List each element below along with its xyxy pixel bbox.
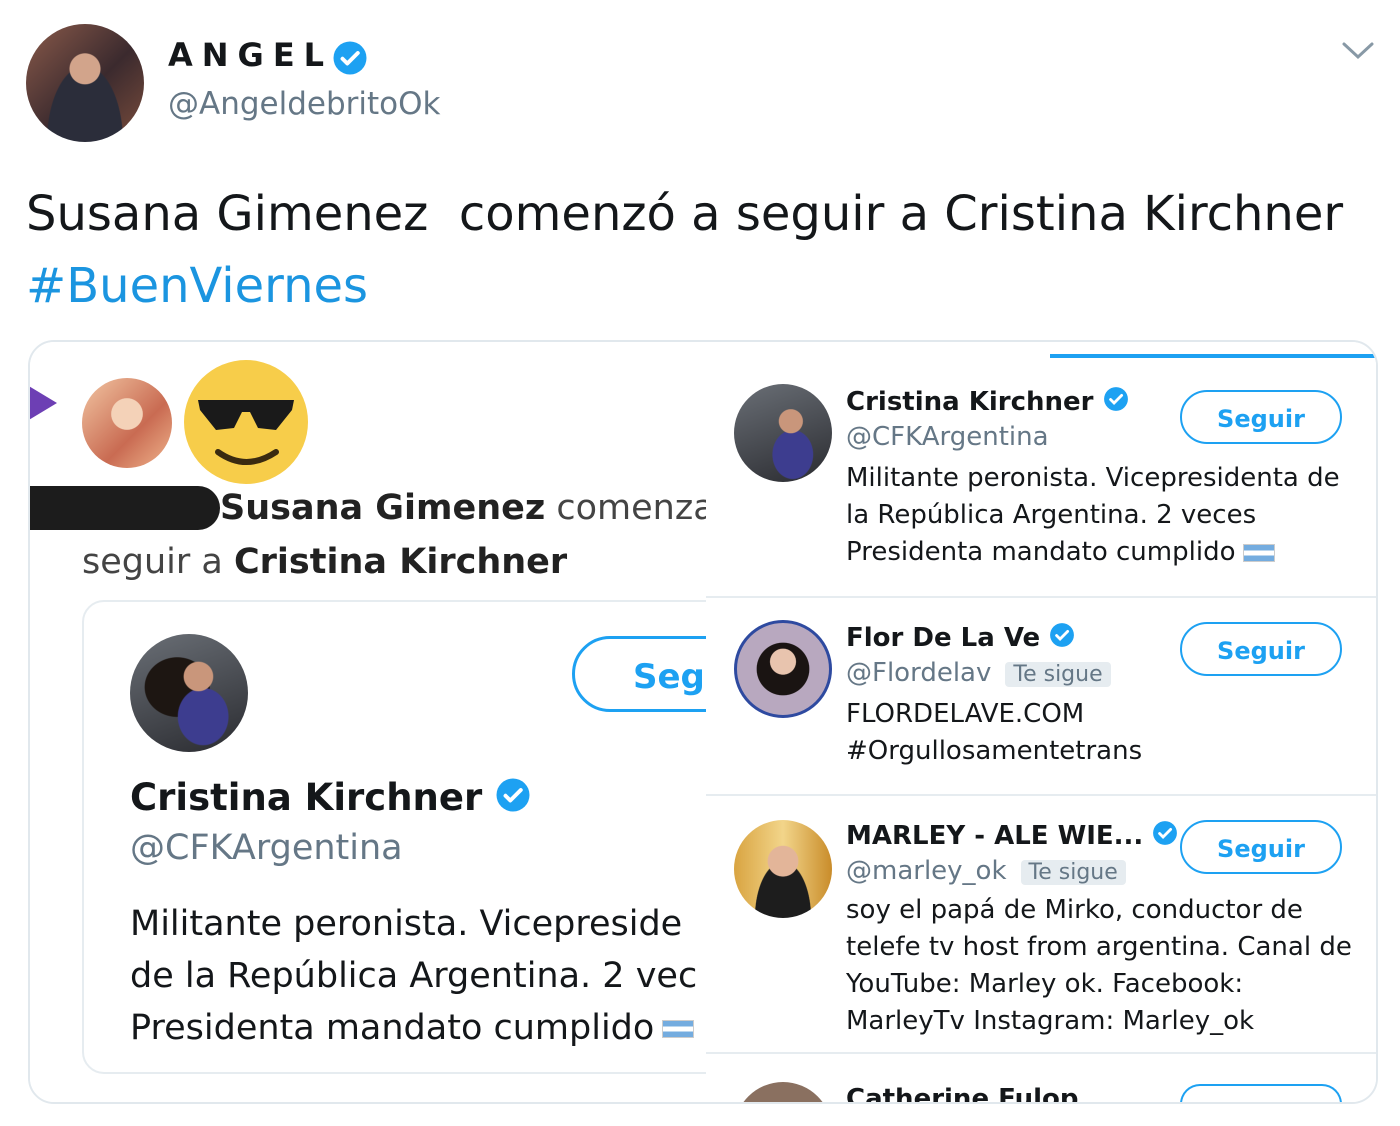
user-handle[interactable]: @CFKArgentina bbox=[846, 422, 1049, 452]
tweet-media[interactable]: Susana Gimenez comenza seguir a Cristina… bbox=[28, 340, 1378, 1104]
verified-icon bbox=[1103, 386, 1129, 419]
follows-you-badge: Te sigue bbox=[1020, 860, 1126, 885]
list-item[interactable]: Flor De La Ve @Flordelav Te sigue Seguir … bbox=[706, 598, 1376, 794]
notification-line-2: seguir a Cristina Kirchner bbox=[82, 542, 567, 582]
list-item[interactable]: MARLEY - ALE WIE... @marley_ok Te sigue S… bbox=[706, 796, 1376, 1052]
profile-bio: Militante peronista. Vicepreside de la R… bbox=[130, 898, 697, 1054]
argentina-flag-icon bbox=[662, 1020, 695, 1038]
notifier-avatar bbox=[82, 378, 172, 468]
profile-avatar[interactable] bbox=[130, 634, 248, 752]
notification-prefix: seguir a bbox=[82, 542, 234, 582]
follow-button[interactable]: Seguir bbox=[1180, 622, 1342, 676]
bio-line: MarleyTv Instagram: Marley_ok bbox=[846, 1006, 1255, 1036]
suggestions-panel: Cristina Kirchner @CFKArgentina Seguir M… bbox=[706, 342, 1376, 1102]
sunglasses-emoji-icon bbox=[180, 356, 312, 492]
list-item[interactable]: Catherine Fulop bbox=[706, 1054, 1376, 1102]
user-name[interactable]: Cristina Kirchner bbox=[846, 386, 1129, 419]
author-avatar[interactable] bbox=[26, 24, 144, 142]
verified-icon bbox=[495, 777, 531, 822]
user-avatar[interactable] bbox=[734, 384, 832, 482]
verified-icon bbox=[332, 40, 368, 80]
bio-line: telefe tv host from argentina. Canal de bbox=[846, 932, 1352, 962]
follow-button[interactable] bbox=[1180, 1084, 1342, 1102]
user-avatar[interactable] bbox=[734, 1082, 832, 1102]
bio-line: la República Argentina. 2 veces bbox=[846, 500, 1257, 530]
profile-card[interactable]: Seg Cristina Kirchner @CFKArgentina Mili… bbox=[82, 600, 792, 1074]
redaction-bar bbox=[30, 486, 220, 530]
verified-icon bbox=[1152, 820, 1178, 853]
bio-line[interactable]: FLORDELAVE.COM bbox=[846, 696, 1142, 733]
tweet-text: Susana Gimenez comenzó a seguir a Cristi… bbox=[26, 186, 1344, 242]
profile-name-text: Cristina Kirchner bbox=[130, 776, 483, 819]
bio-line: Presidenta mandato cumplido bbox=[846, 534, 1340, 571]
verified-icon bbox=[1049, 622, 1075, 655]
user-handle[interactable]: @Flordelav Te sigue bbox=[846, 658, 1111, 688]
star-icon bbox=[30, 385, 57, 421]
list-item[interactable]: Cristina Kirchner @CFKArgentina Seguir M… bbox=[706, 360, 1376, 596]
bio-line: Militante peronista. Vicepreside bbox=[130, 904, 683, 944]
bio-line: Presidenta mandato cumplido bbox=[130, 1002, 697, 1054]
bio-line: de la República Argentina. 2 vec bbox=[130, 956, 698, 996]
user-bio: Militante peronista. Vicepresidenta de l… bbox=[846, 460, 1340, 571]
follow-button[interactable]: Seguir bbox=[1180, 820, 1342, 874]
follow-button[interactable]: Seguir bbox=[1180, 390, 1342, 444]
bio-line: Militante peronista. Vicepresidenta de bbox=[846, 463, 1340, 493]
notification-verb: comenza bbox=[545, 488, 715, 528]
profile-name[interactable]: Cristina Kirchner bbox=[130, 776, 531, 822]
chevron-down-icon[interactable] bbox=[1340, 38, 1376, 66]
tab-indicator bbox=[1050, 354, 1376, 358]
bio-line: YouTube: Marley ok. Facebook: bbox=[846, 969, 1244, 999]
author-handle[interactable]: @AngeldebritoOk bbox=[168, 86, 440, 122]
user-bio: FLORDELAVE.COM #Orgullosamentetrans bbox=[846, 696, 1142, 770]
user-avatar[interactable] bbox=[734, 820, 832, 918]
argentina-flag-icon bbox=[1243, 543, 1276, 562]
notification-line-1: Susana Gimenez comenza bbox=[220, 488, 715, 528]
user-name[interactable]: MARLEY - ALE WIE... bbox=[846, 820, 1178, 853]
notification-panel: Susana Gimenez comenza seguir a Cristina… bbox=[30, 342, 792, 1102]
notification-target: Cristina Kirchner bbox=[233, 542, 568, 582]
bio-line[interactable]: #Orgullosamentetrans bbox=[846, 733, 1142, 770]
author-name[interactable]: ANGEL bbox=[168, 36, 333, 74]
bio-line: soy el papá de Mirko, conductor de bbox=[846, 895, 1303, 925]
hashtag-link[interactable]: #BuenViernes bbox=[26, 258, 368, 314]
user-avatar[interactable] bbox=[734, 620, 832, 718]
user-handle[interactable]: @marley_ok Te sigue bbox=[846, 856, 1126, 886]
notification-actor: Susana Gimenez bbox=[220, 488, 546, 528]
user-name[interactable]: Flor De La Ve bbox=[846, 622, 1075, 655]
profile-handle[interactable]: @CFKArgentina bbox=[130, 828, 403, 868]
follows-you-badge: Te sigue bbox=[1005, 662, 1111, 687]
user-bio: soy el papá de Mirko, conductor de telef… bbox=[846, 892, 1352, 1040]
user-name[interactable]: Catherine Fulop bbox=[846, 1084, 1079, 1102]
